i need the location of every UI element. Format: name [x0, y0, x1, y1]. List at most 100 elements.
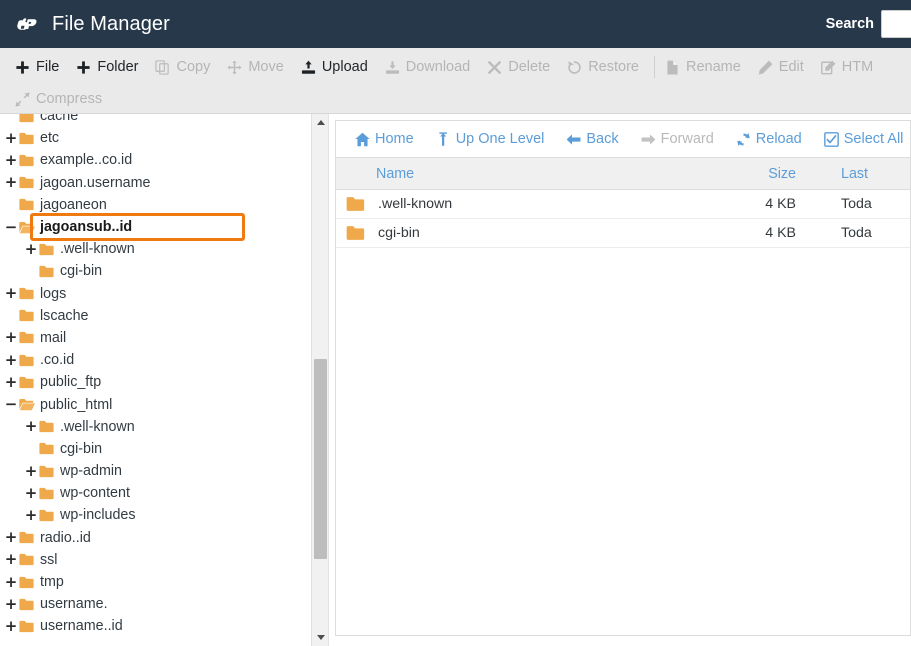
tree-item-jagoaneon[interactable]: + jagoaneon — [0, 194, 311, 216]
tree-item-lscache[interactable]: + lscache — [0, 305, 311, 327]
expand-toggle-icon[interactable]: + — [24, 419, 38, 434]
folder-icon — [19, 576, 35, 589]
scrollbar-thumb[interactable] — [314, 359, 327, 559]
cell-name[interactable]: cgi-bin — [336, 225, 736, 241]
toolbar-item-label: Edit — [778, 59, 804, 75]
tree-item-cache[interactable]: + cache — [0, 114, 311, 127]
search-input[interactable] — [881, 10, 911, 38]
expand-toggle-icon[interactable]: + — [24, 485, 38, 501]
tree-item-jagoan-username[interactable]: + jagoan.username — [0, 172, 311, 194]
column-header-name[interactable]: Name — [336, 166, 736, 182]
expand-toggle-icon[interactable]: + — [4, 286, 18, 301]
tree-item-jagoansub-[interactable]: − jagoansub. .id — [0, 216, 311, 238]
nav-up-one-level-button[interactable]: Up One Level — [425, 131, 556, 147]
cell-name[interactable]: .well-known — [336, 196, 736, 212]
header-search-area: Search — [826, 10, 911, 38]
expand-toggle-icon[interactable]: + — [4, 574, 18, 590]
tree-item-ssl[interactable]: + ssl — [0, 549, 311, 571]
folder-icon — [19, 531, 35, 544]
nav-select-all-button[interactable]: Select All — [813, 131, 911, 147]
toolbar-item-label: Delete — [508, 59, 551, 75]
nav-item-label: Back — [586, 131, 619, 147]
expand-toggle-icon[interactable]: + — [4, 130, 18, 146]
toolbar-folder-button[interactable]: Folder — [70, 57, 149, 77]
column-header-last-modified[interactable]: Last — [796, 166, 910, 182]
nav-item-label: Reload — [755, 131, 802, 147]
tree-item-etc[interactable]: + etc — [0, 127, 311, 149]
table-row[interactable]: cgi-bin 4 KB Toda — [336, 219, 910, 248]
folder-icon — [19, 309, 35, 322]
toolbar-item-label: Folder — [97, 59, 139, 75]
tree-vertical-scrollbar[interactable] — [311, 114, 328, 646]
table-row[interactable]: .well-known 4 KB Toda — [336, 190, 910, 219]
home-icon — [355, 132, 370, 147]
tree-item-wp-admin[interactable]: + wp-admin — [0, 460, 311, 482]
toolbar-item-label: Compress — [36, 91, 103, 107]
expand-toggle-icon[interactable]: + — [4, 374, 18, 390]
pencil-icon — [758, 60, 773, 75]
expand-toggle-icon[interactable]: + — [4, 596, 18, 612]
tree-item-label: .well-known — [60, 418, 135, 435]
scroll-up-arrow-icon[interactable] — [312, 114, 328, 131]
expand-toggle-icon[interactable]: + — [24, 241, 38, 257]
tree-item-label: ssl — [40, 551, 58, 568]
toolbar-row-primary: File Folder Copy Move Upload Download Delete Re… — [0, 51, 911, 83]
tree-item-radio-[interactable]: + radio. .id — [0, 527, 311, 549]
expand-toggle-icon[interactable]: + — [4, 618, 18, 634]
tree-item-cgi-bin[interactable]: + cgi-bin — [0, 438, 311, 460]
tree-item-tmp[interactable]: + tmp — [0, 571, 311, 593]
toolbar-row-secondary: Compress — [0, 83, 911, 115]
file-nav-toolbar: Home Up One Level Back Forward Reload Select … — [335, 120, 911, 157]
scroll-down-arrow-icon[interactable] — [312, 629, 328, 646]
cell-last-modified: Toda — [841, 196, 872, 212]
tree-item-username-[interactable]: + username. — [0, 593, 311, 615]
collapse-toggle-icon[interactable]: − — [4, 397, 18, 412]
tree-item-label: wp-content — [60, 485, 130, 502]
tree-item-label: username. — [40, 618, 108, 635]
tree-item--well-known[interactable]: + .well-known — [0, 238, 311, 260]
page-title: File Manager — [52, 12, 170, 35]
expand-toggle-icon[interactable]: + — [4, 175, 18, 190]
action-toolbar: File Folder Copy Move Upload Download Delete Re… — [0, 48, 911, 114]
tree-item--well-known[interactable]: + .well-known — [0, 416, 311, 438]
column-header-size[interactable]: Size — [736, 166, 796, 182]
tree-item-wp-includes[interactable]: + wp-includes — [0, 504, 311, 526]
cell-last-modified: Toda — [841, 225, 872, 241]
toolbar-file-button[interactable]: File — [9, 57, 70, 77]
toggle-placeholder: + — [4, 114, 18, 124]
expand-toggle-icon[interactable]: + — [4, 530, 18, 545]
toolbar-separator — [653, 56, 655, 78]
tree-item-cgi-bin[interactable]: + cgi-bin — [0, 260, 311, 282]
tree-item-label: radio. — [40, 529, 76, 546]
expand-toggle-icon[interactable]: + — [4, 552, 18, 567]
expand-toggle-icon[interactable]: + — [4, 152, 18, 168]
toggle-placeholder: + — [4, 197, 18, 212]
folder-icon — [19, 132, 35, 145]
nav-home-button[interactable]: Home — [344, 131, 425, 147]
expand-toggle-icon[interactable]: + — [4, 330, 18, 345]
folder-icon — [19, 198, 35, 211]
toolbar-item-label: File — [36, 59, 60, 75]
toolbar-move-button: Move — [221, 57, 294, 77]
tree-item-example-[interactable]: + example. .co.id — [0, 149, 311, 171]
cpanel-logo-icon — [12, 9, 42, 39]
collapse-toggle-icon[interactable]: − — [4, 219, 18, 235]
tree-item-username-[interactable]: + username. .id — [0, 615, 311, 637]
tree-item-mail[interactable]: + mail — [0, 327, 311, 349]
tree-item-redacted[interactable]: + .co.id — [0, 349, 311, 371]
html-editor-icon — [820, 60, 836, 75]
tree-item-public-html[interactable]: − public_html — [0, 393, 311, 415]
tree-item-label: logs — [40, 285, 67, 302]
tree-item-public-ftp[interactable]: + public_ftp — [0, 371, 311, 393]
tree-item-label: public_html — [40, 396, 113, 413]
nav-back-button[interactable]: Back — [555, 131, 629, 147]
tree-item-logs[interactable]: + logs — [0, 283, 311, 305]
nav-reload-button[interactable]: Reload — [725, 131, 813, 147]
nav-item-label: Forward — [660, 131, 714, 147]
toolbar-upload-button[interactable]: Upload — [295, 57, 379, 77]
expand-toggle-icon[interactable]: + — [24, 507, 38, 523]
toggle-placeholder: + — [24, 441, 38, 456]
tree-item-wp-content[interactable]: + wp-content — [0, 482, 311, 504]
expand-toggle-icon[interactable]: + — [4, 352, 18, 368]
expand-toggle-icon[interactable]: + — [24, 463, 38, 479]
